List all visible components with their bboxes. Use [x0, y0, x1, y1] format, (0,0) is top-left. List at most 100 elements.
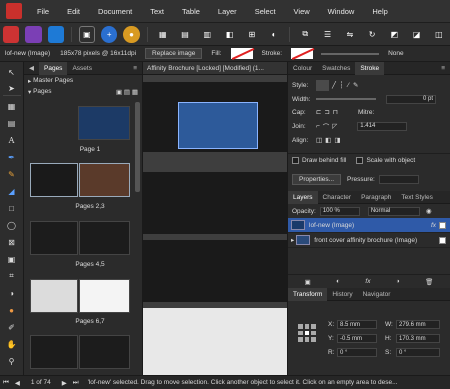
menu-view[interactable]: View	[285, 7, 319, 16]
tab-history[interactable]: History	[327, 288, 357, 301]
rectangle-tool-icon[interactable]: □	[3, 201, 21, 215]
layer-adjust-icon[interactable]: ◑	[396, 278, 400, 285]
layer-visible-checkbox[interactable]	[439, 221, 446, 229]
align-icon[interactable]: ☰	[319, 26, 335, 43]
view-tool-icon[interactable]: ✋	[3, 337, 21, 351]
selected-image[interactable]	[178, 102, 258, 149]
texture-stroke-icon[interactable]: ⁄	[348, 82, 349, 89]
layer-row[interactable]: lof-new (Image) fx	[288, 218, 450, 233]
preflight-icon[interactable]: ●	[123, 25, 140, 43]
dashed-stroke-icon[interactable]: ┆	[340, 81, 344, 89]
h-field[interactable]: 170.3 mm	[396, 334, 440, 343]
w-field[interactable]: 279.6 mm	[396, 320, 440, 329]
document-canvas[interactable]: Affinity Brochure [Locked] [Modified] (1…	[143, 62, 287, 375]
zoom-tool-icon[interactable]: ⚲	[3, 354, 21, 368]
layer-visible-checkbox[interactable]	[439, 236, 446, 244]
menu-window[interactable]: Window	[319, 7, 364, 16]
width-field[interactable]: 0 pt	[386, 94, 436, 104]
menu-table[interactable]: Table	[173, 7, 209, 16]
page-thumbnail-4[interactable]	[30, 221, 78, 255]
stroke-swatch[interactable]	[291, 48, 314, 59]
pressure-field[interactable]	[378, 174, 419, 184]
add-page-icon[interactable]: ▣ ▤ ▦	[116, 88, 138, 96]
opacity-field[interactable]: 100 %	[319, 206, 360, 216]
table-tool-icon[interactable]: ▦	[3, 99, 21, 113]
page-thumbnail-2[interactable]	[30, 163, 78, 197]
frame-text-tool-icon[interactable]: ▤	[3, 116, 21, 130]
place-image-tool-icon[interactable]: ▣	[3, 252, 21, 266]
text-frame-icon[interactable]: ▤	[177, 26, 193, 43]
tab-pages[interactable]: Pages	[39, 61, 68, 75]
align-center-icon[interactable]: ◧	[325, 136, 331, 144]
tab-character[interactable]: Character	[318, 191, 357, 204]
boolean-subtract-icon[interactable]: ◪	[408, 26, 424, 43]
fx-icon[interactable]: fx	[431, 222, 436, 229]
mitre-field[interactable]: 1.414	[357, 121, 408, 131]
page-thumbnail-3[interactable]	[79, 163, 130, 197]
document-setup-icon[interactable]: ▣	[78, 25, 96, 43]
boolean-intersect-icon[interactable]: ◫	[431, 26, 447, 43]
designer-persona-icon[interactable]	[47, 25, 64, 43]
pages-section[interactable]: ▾ Pages ▣ ▤ ▦	[24, 86, 142, 97]
ellipse-tool-icon[interactable]: ◯	[3, 218, 21, 232]
table-icon[interactable]: ▥	[199, 26, 215, 43]
x-field[interactable]: 8.5 mm	[337, 320, 377, 329]
layer-fx-icon[interactable]: fx	[365, 278, 370, 285]
y-field[interactable]: -0.5 mm	[337, 334, 377, 343]
expand-icon[interactable]: ▸	[291, 236, 294, 244]
anchor-grid-icon[interactable]	[298, 324, 316, 342]
no-stroke-icon[interactable]	[316, 79, 329, 91]
tab-transform[interactable]: Transform	[288, 287, 328, 301]
cap-round-icon[interactable]: ⊐	[324, 108, 329, 116]
spread-page-2-3[interactable]	[143, 172, 287, 234]
baseline-grid-icon[interactable]: ▦	[155, 26, 171, 43]
shear-field[interactable]: 0 °	[396, 348, 440, 357]
layer-delete-icon[interactable]: 🗑	[425, 278, 433, 286]
flip-icon[interactable]: ⇋	[342, 26, 358, 43]
width-slider[interactable]	[316, 98, 376, 100]
node-tool-icon[interactable]: ➤	[2, 82, 21, 96]
first-page-icon[interactable]: ⏮	[0, 379, 12, 387]
artistic-text-tool-icon[interactable]: A	[3, 133, 21, 147]
draw-behind-checkbox[interactable]	[292, 157, 299, 164]
page-thumbnail-5[interactable]	[79, 221, 130, 255]
pen-tool-icon[interactable]: ✒	[3, 150, 21, 164]
solid-stroke-icon[interactable]: ╱	[332, 81, 336, 89]
rotate-icon[interactable]: ↻	[364, 26, 380, 43]
menu-edit[interactable]: Edit	[58, 7, 89, 16]
pencil-tool-icon[interactable]: ✎	[3, 167, 21, 181]
panel-menu-icon[interactable]: ≡	[436, 62, 450, 75]
publisher-persona-icon[interactable]	[3, 25, 20, 43]
layer-visibility-icon[interactable]: ◉	[426, 207, 432, 215]
align-outside-icon[interactable]: ◨	[334, 136, 340, 144]
picture-frame-tool-icon[interactable]: ⊠	[3, 235, 21, 249]
stroke-width-slider[interactable]	[321, 52, 380, 55]
snapping-icon[interactable]: ◧	[221, 26, 237, 43]
document-tab[interactable]: Affinity Brochure [Locked] [Modified] (1…	[143, 62, 287, 75]
menu-layer[interactable]: Layer	[209, 7, 246, 16]
next-page-icon[interactable]: ▶	[59, 379, 70, 387]
align-inside-icon[interactable]: ◫	[316, 136, 322, 144]
colour-picker-tool-icon[interactable]: ●	[3, 303, 21, 317]
tab-stroke[interactable]: Stroke	[355, 61, 385, 75]
move-tool-icon[interactable]: ↖	[3, 65, 21, 79]
fill-tool-icon[interactable]: ◢	[3, 184, 21, 198]
tab-swatches[interactable]: Swatches	[317, 62, 355, 75]
cap-butt-icon[interactable]: ⊏	[316, 108, 321, 116]
tab-paragraph[interactable]: Paragraph	[356, 191, 396, 204]
photo-persona-icon[interactable]	[25, 25, 42, 43]
layer-row[interactable]: ▸ front cover affinity brochure (Image)	[288, 233, 450, 248]
stroke-style-value[interactable]: None	[383, 50, 409, 57]
transparency-tool-icon[interactable]: ◑	[3, 286, 21, 300]
brush-tool-icon[interactable]: ✐	[3, 320, 21, 334]
master-pages-section[interactable]: ▸ Master Pages	[24, 75, 142, 86]
page-thumbnail-1[interactable]	[78, 106, 130, 140]
spread-page-4-5[interactable]	[143, 240, 287, 302]
menu-text[interactable]: Text	[141, 7, 173, 16]
arrange-icon[interactable]: ⧉	[297, 26, 313, 43]
brush-stroke-icon[interactable]: ✎	[353, 81, 358, 89]
last-page-icon[interactable]: ⏭	[70, 379, 82, 387]
prev-page-icon[interactable]: ◀	[12, 379, 23, 387]
rotation-field[interactable]: 0 °	[337, 348, 377, 357]
replace-image-button[interactable]: Replace image	[145, 48, 203, 59]
